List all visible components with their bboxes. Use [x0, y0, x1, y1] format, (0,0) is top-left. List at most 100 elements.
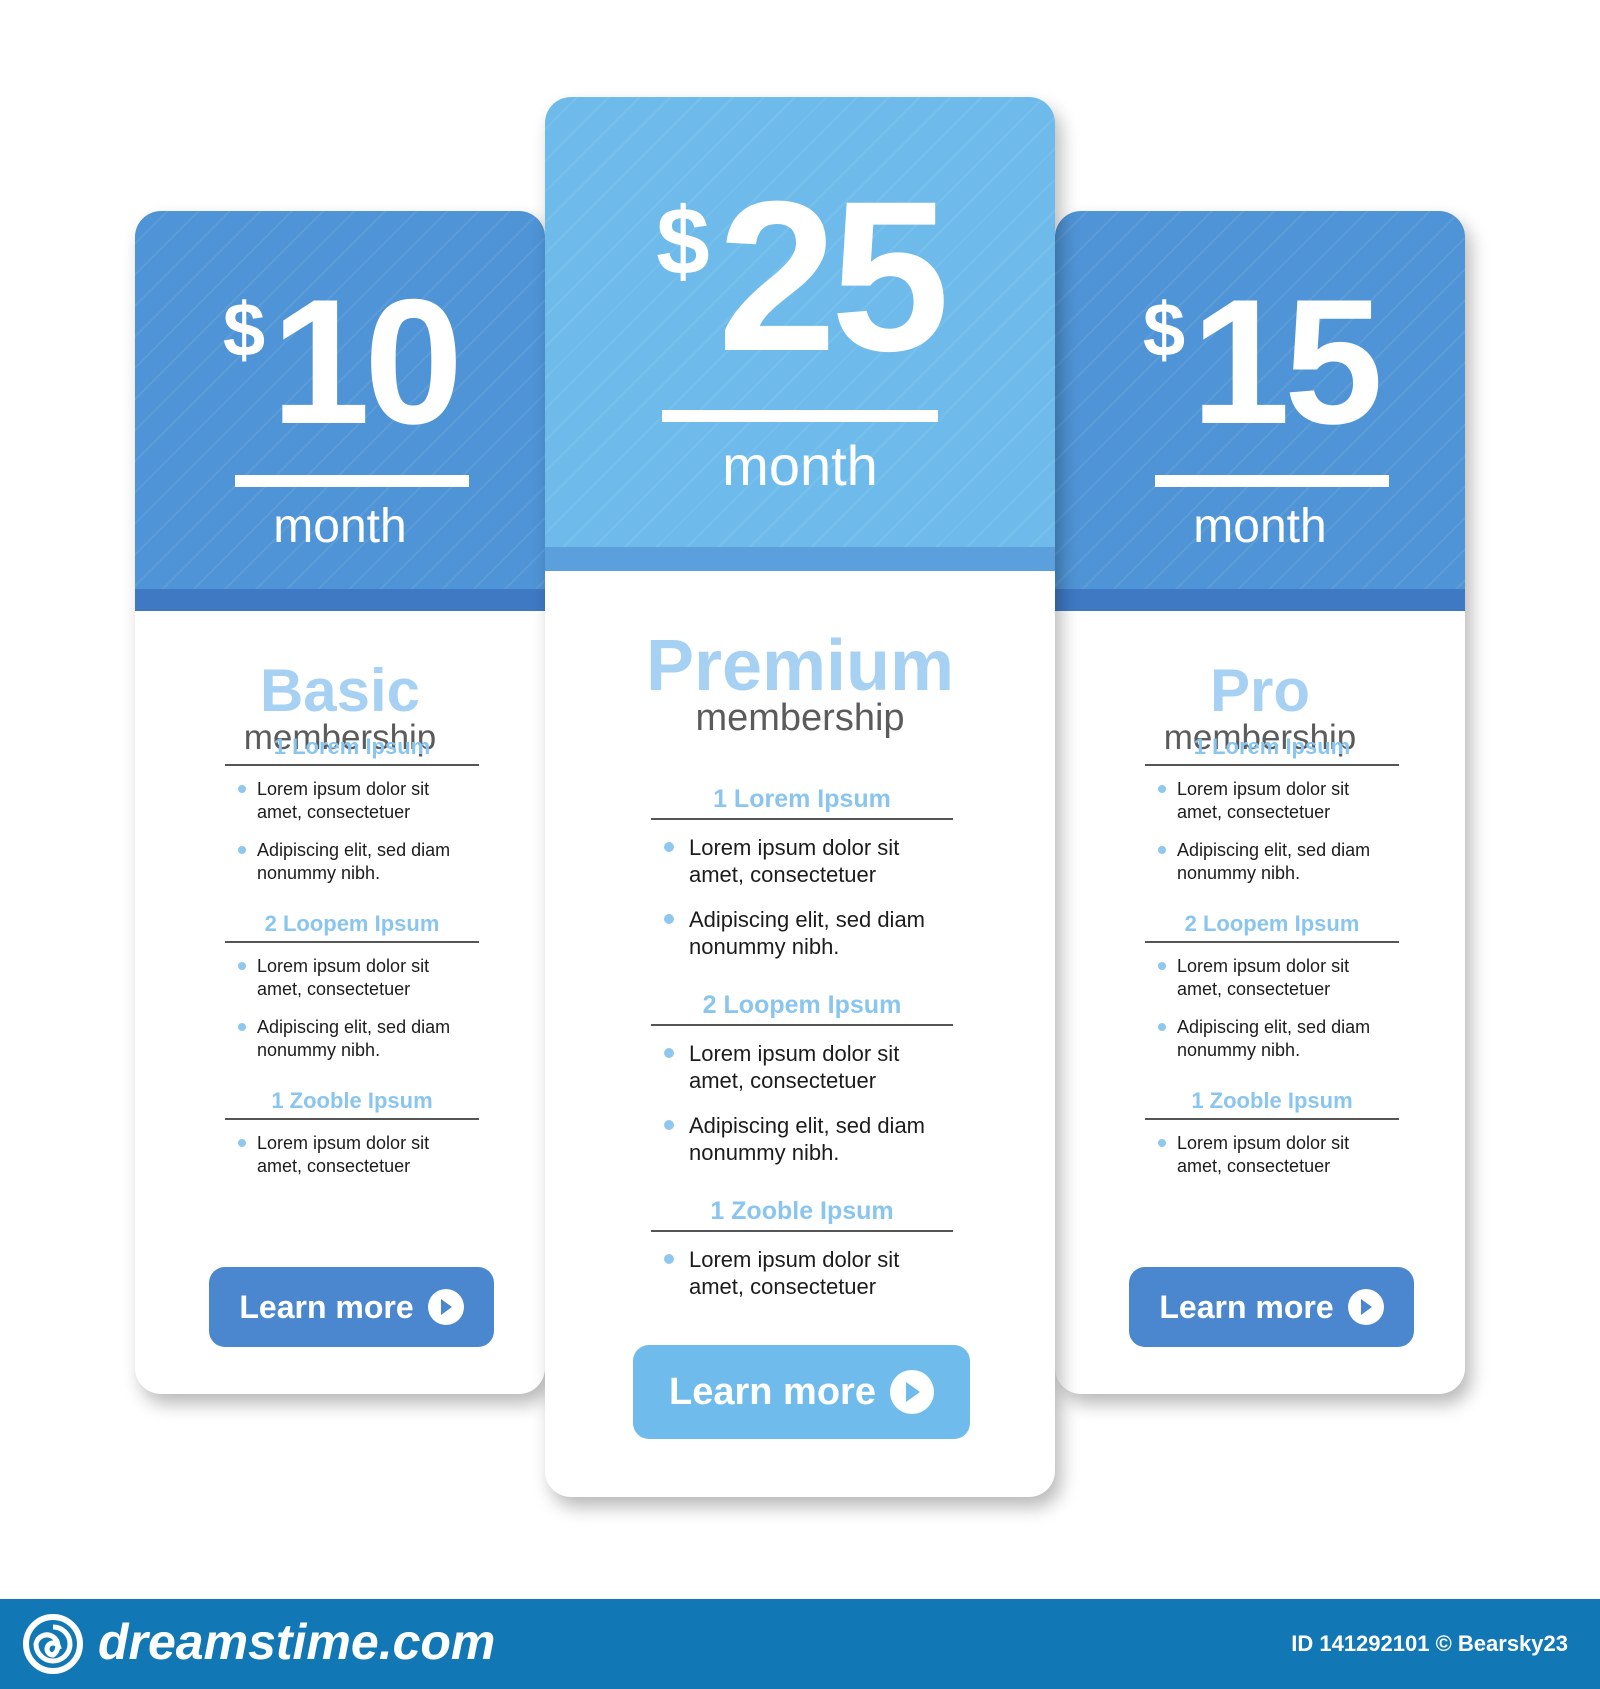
bullet-icon — [664, 1254, 674, 1264]
bullet-icon — [664, 914, 674, 924]
play-icon — [427, 1289, 464, 1325]
feature-text: Lorem ipsum dolor sit amet, consectetuer — [1177, 1133, 1350, 1176]
learn-more-button[interactable]: Learn more — [1129, 1267, 1414, 1347]
feature-section-title: 2 Loopem Ipsum — [1145, 911, 1399, 943]
bullet-icon — [1158, 962, 1166, 970]
price-header: $15 month — [1055, 211, 1465, 611]
feature-text: Lorem ipsum dolor sit amet, consectetuer — [689, 1247, 900, 1299]
feature-section: 2 Loopem Ipsum Lorem ipsum dolor sit ame… — [651, 991, 953, 1166]
pricing-card-premium: $25 month Premium membership 1 Lorem Ips… — [545, 97, 1055, 1497]
bullet-icon — [238, 962, 246, 970]
price: $15 — [1055, 262, 1465, 461]
bullet-icon — [238, 1023, 246, 1031]
feature-section-title: 2 Loopem Ipsum — [225, 911, 479, 943]
feature-section-title: 1 Lorem Ipsum — [651, 785, 953, 820]
feature-text: Lorem ipsum dolor sit amet, consectetuer — [1177, 779, 1350, 822]
bullet-icon — [664, 1120, 674, 1130]
feature-item: Lorem ipsum dolor sit amet, consectetuer — [225, 1132, 479, 1178]
feature-text: Adipiscing elit, sed diam nonummy nibh. — [1177, 1017, 1371, 1060]
price-divider — [235, 475, 469, 487]
play-icon — [889, 1370, 934, 1414]
pricing-card-basic: $10 month Basic membership 1 Lorem Ipsum… — [135, 211, 545, 1394]
bullet-icon — [238, 846, 246, 854]
brand-name: dreamstime.com — [98, 1614, 496, 1670]
feature-item: Lorem ipsum dolor sit amet, consectetuer — [225, 778, 479, 824]
bullet-icon — [664, 1048, 674, 1058]
feature-section: 1 Zooble Ipsum Lorem ipsum dolor sit ame… — [651, 1197, 953, 1300]
feature-section: 2 Loopem Ipsum Lorem ipsum dolor sit ame… — [1145, 911, 1399, 1062]
feature-text: Lorem ipsum dolor sit amet, consectetuer — [689, 1041, 900, 1093]
header-band — [545, 547, 1055, 571]
button-label: Learn more — [1159, 1288, 1334, 1325]
price-header: $25 month — [545, 97, 1055, 571]
feature-section: 1 Zooble Ipsum Lorem ipsum dolor sit ame… — [1145, 1088, 1399, 1178]
feature-text: Adipiscing elit, sed diam nonummy nibh. — [689, 1113, 926, 1165]
bullet-icon — [1158, 846, 1166, 854]
plan-subtitle: membership — [695, 697, 905, 739]
plan-name: Basic — [259, 657, 421, 724]
feature-item: Adipiscing elit, sed diam nonummy nibh. — [651, 1112, 953, 1166]
feature-text: Lorem ipsum dolor sit amet, consectetuer — [689, 835, 900, 887]
billing-period: month — [1193, 500, 1327, 553]
feature-section: 1 Lorem Ipsum Lorem ipsum dolor sit amet… — [225, 734, 479, 885]
feature-item: Lorem ipsum dolor sit amet, consectetuer — [225, 955, 479, 1001]
feature-section-title: 2 Loopem Ipsum — [651, 991, 953, 1026]
feature-text: Lorem ipsum dolor sit amet, consectetuer — [1177, 956, 1350, 999]
feature-item: Adipiscing elit, sed diam nonummy nibh. — [651, 906, 953, 960]
feature-section: 1 Lorem Ipsum Lorem ipsum dolor sit amet… — [651, 785, 953, 960]
price-amount: 15 — [1191, 262, 1383, 461]
feature-section-title: 1 Zooble Ipsum — [651, 1197, 953, 1232]
feature-item: Adipiscing elit, sed diam nonummy nibh. — [225, 1016, 479, 1062]
bullet-icon — [1158, 785, 1166, 793]
feature-text: Lorem ipsum dolor sit amet, consectetuer — [257, 956, 430, 999]
feature-item: Lorem ipsum dolor sit amet, consectetuer — [651, 834, 953, 888]
feature-item: Lorem ipsum dolor sit amet, consectetuer — [1145, 1132, 1399, 1178]
feature-text: Adipiscing elit, sed diam nonummy nibh. — [257, 840, 451, 883]
billing-period: month — [273, 500, 407, 553]
feature-section: 1 Zooble Ipsum Lorem ipsum dolor sit ame… — [225, 1088, 479, 1178]
feature-section-title: 1 Zooble Ipsum — [225, 1088, 479, 1120]
learn-more-button[interactable]: Learn more — [209, 1267, 494, 1347]
price: $25 — [545, 157, 1055, 396]
currency-symbol: $ — [222, 288, 266, 373]
price-divider — [662, 410, 938, 422]
learn-more-button[interactable]: Learn more — [633, 1345, 970, 1439]
plan-name: Pro — [1209, 657, 1311, 724]
price: $10 — [135, 262, 545, 461]
button-label: Learn more — [669, 1370, 876, 1413]
feature-section: 2 Loopem Ipsum Lorem ipsum dolor sit ame… — [225, 911, 479, 1062]
currency-symbol: $ — [1142, 288, 1186, 373]
feature-item: Adipiscing elit, sed diam nonummy nibh. — [1145, 1016, 1399, 1062]
feature-item: Lorem ipsum dolor sit amet, consectetuer — [651, 1246, 953, 1300]
feature-text: Adipiscing elit, sed diam nonummy nibh. — [257, 1017, 451, 1060]
image-credit: ID 141292101 © Bearsky23 — [1291, 1631, 1568, 1656]
feature-section-title: 1 Zooble Ipsum — [1145, 1088, 1399, 1120]
feature-section-title: 1 Lorem Ipsum — [225, 734, 479, 766]
price-amount: 25 — [717, 157, 950, 396]
bullet-icon — [1158, 1139, 1166, 1147]
feature-item: Adipiscing elit, sed diam nonummy nibh. — [1145, 839, 1399, 885]
price-header: $10 month — [135, 211, 545, 611]
header-band — [1055, 589, 1465, 611]
pricing-card-pro: $15 month Pro membership 1 Lorem Ipsum L… — [1055, 211, 1465, 1394]
bullet-icon — [1158, 1023, 1166, 1031]
feature-section: 1 Lorem Ipsum Lorem ipsum dolor sit amet… — [1145, 734, 1399, 885]
button-label: Learn more — [239, 1288, 414, 1325]
feature-item: Lorem ipsum dolor sit amet, consectetuer — [1145, 955, 1399, 1001]
plan-name: Premium — [645, 626, 955, 706]
price-divider — [1155, 475, 1389, 487]
billing-period: month — [722, 434, 878, 497]
header-band — [135, 589, 545, 611]
feature-text: Lorem ipsum dolor sit amet, consectetuer — [257, 779, 430, 822]
currency-symbol: $ — [656, 188, 710, 295]
price-amount: 10 — [271, 262, 463, 461]
feature-item: Lorem ipsum dolor sit amet, consectetuer — [651, 1040, 953, 1094]
feature-text: Adipiscing elit, sed diam nonummy nibh. — [689, 907, 926, 959]
watermark-footer: dreamstime.com ID 141292101 © Bearsky23 — [0, 1599, 1600, 1689]
feature-text: Lorem ipsum dolor sit amet, consectetuer — [257, 1133, 430, 1176]
feature-section-title: 1 Lorem Ipsum — [1145, 734, 1399, 766]
bullet-icon — [238, 785, 246, 793]
feature-item: Adipiscing elit, sed diam nonummy nibh. — [225, 839, 479, 885]
bullet-icon — [238, 1139, 246, 1147]
feature-item: Lorem ipsum dolor sit amet, consectetuer — [1145, 778, 1399, 824]
